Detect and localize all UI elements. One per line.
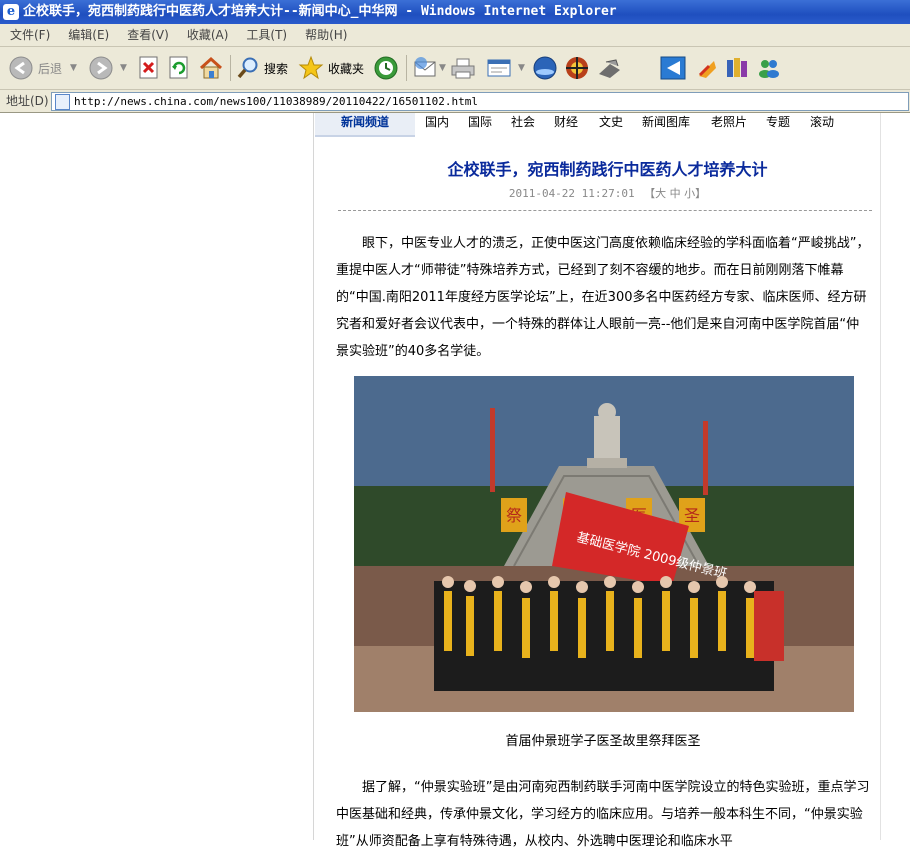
- flame-icon: [698, 61, 716, 78]
- group-photo-image: 祭 医 圣 基础医学院 2009级仲景班: [354, 376, 854, 712]
- back-label: 后退: [38, 61, 63, 76]
- article-paragraph-2: 据了解，“仲景实验班”是由河南宛西制药联手河南中医学院设立的特色实验班，重点学习…: [336, 780, 870, 849]
- home-button[interactable]: [198, 53, 224, 83]
- mail-dropdown-icon[interactable]: ▼: [439, 63, 446, 73]
- photo-plaque-1: 祭: [506, 506, 522, 525]
- toolbar-addon-button-6[interactable]: [756, 53, 782, 83]
- refresh-button[interactable]: [168, 53, 190, 83]
- window-title: 企校联手，宛西制药践行中医药人才培养大计--新闻中心_中华网 - Windows…: [23, 4, 617, 19]
- toolbar-addon-button-1[interactable]: [564, 53, 590, 83]
- shield-icon: [566, 57, 588, 79]
- back-button[interactable]: 后退 ▼: [8, 53, 77, 83]
- toolbar-addon-button-5[interactable]: [724, 53, 750, 83]
- toolbar: 后退 ▼ ▼ 搜索 收藏夹 ▼ ▼: [0, 47, 910, 90]
- nav-item-topics[interactable]: 专题: [766, 113, 790, 131]
- mail-icon: [414, 57, 436, 77]
- photo-caption: 首届仲景班学子医圣故里祭拜医圣: [505, 734, 701, 749]
- article-timestamp: 2011-04-22 11:27:01: [508, 187, 635, 200]
- menu-file[interactable]: 文件(F): [0, 24, 58, 46]
- books-icon: [727, 58, 747, 77]
- forward-arrow-icon: [89, 56, 113, 80]
- menu-view[interactable]: 查看(V): [117, 24, 177, 46]
- title-divider: [338, 210, 872, 211]
- page-icon: [55, 94, 70, 110]
- search-label: 搜索: [264, 61, 289, 76]
- nav-item-old-photos[interactable]: 老照片: [711, 113, 747, 131]
- back-dropdown-icon[interactable]: ▼: [70, 63, 77, 73]
- left-blank-column: [0, 113, 314, 840]
- back-arrow-icon: [9, 56, 33, 80]
- address-bar: 地址(D) http://news.china.com/news100/1103…: [0, 90, 910, 113]
- stop-button[interactable]: [138, 53, 160, 83]
- globe-icon: [533, 56, 557, 80]
- stop-icon: [139, 56, 158, 79]
- menu-edit[interactable]: 编辑(E): [58, 24, 117, 46]
- address-input[interactable]: http://news.china.com/news100/11038989/2…: [51, 92, 909, 111]
- favorites-label: 收藏夹: [328, 61, 365, 76]
- window-title-bar[interactable]: e 企校联手，宛西制药践行中医药人才培养大计--新闻中心_中华网 - Window…: [0, 0, 910, 24]
- history-icon: [374, 56, 398, 80]
- address-label: 地址(D): [6, 94, 49, 108]
- toolbar-addon-button-2[interactable]: [596, 53, 624, 83]
- search-button[interactable]: 搜索: [236, 53, 288, 83]
- nav-item-culture-history[interactable]: 文史: [599, 113, 623, 131]
- refresh-icon: [169, 56, 188, 79]
- nav-item-finance[interactable]: 财经: [554, 113, 578, 131]
- article-photo: 祭 医 圣 基础医学院 2009级仲景班: [354, 376, 854, 712]
- toolbar-addon-button-4[interactable]: [694, 53, 720, 83]
- nav-item-society[interactable]: 社会: [511, 113, 535, 131]
- font-size-options[interactable]: 【大 中 小】: [644, 187, 706, 200]
- page-content: 新闻频道 国内 国际 社会 财经 文史 新闻图库 老照片 专题 滚动 企校联手，…: [0, 113, 910, 849]
- edit-page-icon: [487, 59, 511, 77]
- menu-tools[interactable]: 工具(T): [236, 24, 295, 46]
- discuss-button[interactable]: [532, 53, 558, 83]
- article-title: 企校联手，宛西制药践行中医药人才培养大计: [447, 160, 768, 179]
- mail-button[interactable]: ▼: [412, 53, 446, 83]
- edit-dropdown-icon[interactable]: ▼: [518, 63, 525, 73]
- nav-item-news-channel[interactable]: 新闻频道: [315, 113, 415, 137]
- photo-plaque-3: 圣: [684, 506, 700, 525]
- menu-favorites[interactable]: 收藏(A): [177, 24, 237, 46]
- channel-nav: 新闻频道 国内 国际 社会 财经 文史 新闻图库 老照片 专题 滚动: [315, 113, 880, 137]
- article-paragraph-1: 眼下，中医专业人才的溃乏，正使中医这门高度依赖临床经验的学科面临着“严峻挑战”，…: [336, 236, 870, 359]
- search-icon: [237, 57, 258, 79]
- ie-logo-icon: e: [3, 4, 19, 20]
- forward-button[interactable]: ▼: [88, 53, 127, 83]
- print-button[interactable]: [450, 53, 476, 83]
- address-url: http://news.china.com/news100/11038989/2…: [74, 95, 478, 108]
- nav-item-international[interactable]: 国际: [468, 113, 492, 131]
- right-divider: [880, 113, 881, 840]
- arrow-icon: [660, 56, 686, 80]
- nav-item-rolling[interactable]: 滚动: [810, 113, 834, 131]
- history-button[interactable]: [373, 53, 399, 83]
- favorites-button[interactable]: 收藏夹: [298, 53, 364, 83]
- tools-icon: [599, 59, 620, 78]
- menu-bar: 文件(F) 编辑(E) 查看(V) 收藏(A) 工具(T) 帮助(H): [0, 24, 910, 47]
- menu-help[interactable]: 帮助(H): [295, 24, 355, 46]
- nav-item-news-gallery[interactable]: 新闻图库: [642, 113, 690, 131]
- toolbar-addon-button-3[interactable]: [660, 53, 686, 83]
- article-dateline: 2011-04-22 11:27:01 【大 中 小】: [335, 185, 880, 201]
- home-icon: [199, 56, 223, 79]
- forward-dropdown-icon[interactable]: ▼: [120, 63, 127, 73]
- messenger-icon: [759, 60, 779, 78]
- nav-item-domestic[interactable]: 国内: [425, 113, 449, 131]
- edit-button[interactable]: ▼: [486, 53, 525, 83]
- printer-icon: [451, 58, 475, 79]
- star-icon: [298, 55, 324, 80]
